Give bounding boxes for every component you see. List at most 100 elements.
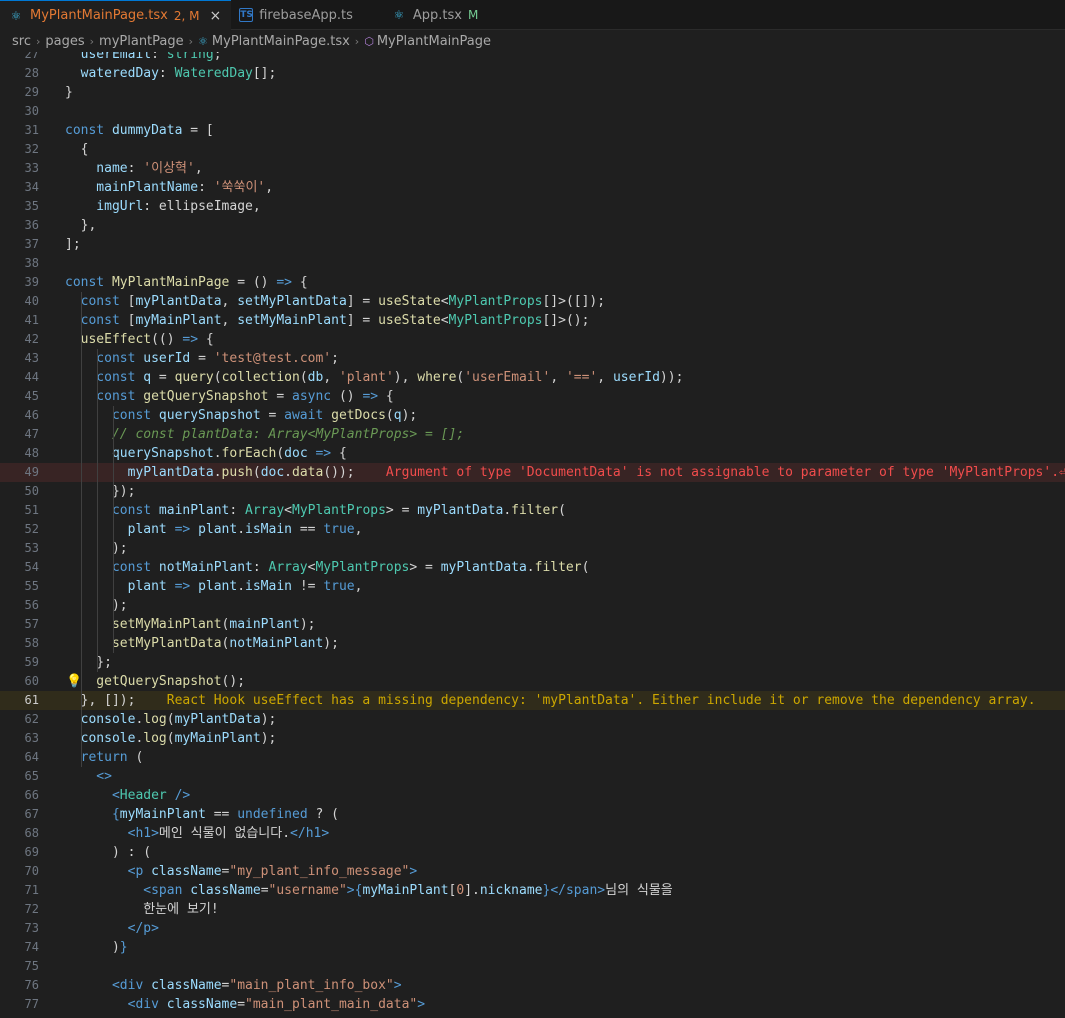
line-number: 66 bbox=[24, 788, 39, 802]
code-token: ()); bbox=[323, 465, 355, 480]
line-number: 49 bbox=[24, 465, 39, 479]
code-line[interactable]: 64 return ( bbox=[0, 748, 1065, 767]
code-line[interactable]: 72 한눈에 보기! bbox=[0, 900, 1065, 919]
code-token: : bbox=[198, 180, 214, 195]
code-line[interactable]: 54 const notMainPlant: Array<MyPlantProp… bbox=[0, 558, 1065, 577]
code-line[interactable]: 36 }, bbox=[0, 216, 1065, 235]
code-token: <p bbox=[65, 864, 152, 879]
code-line[interactable]: 66 <Header /> bbox=[0, 786, 1065, 805]
code-token: Array bbox=[245, 503, 285, 518]
code-line[interactable]: 60 💡 getQuerySnapshot(); bbox=[0, 672, 1065, 691]
code-line[interactable]: 70 <p className="my_plant_info_message"> bbox=[0, 862, 1065, 881]
code-token: ] = bbox=[346, 294, 379, 309]
code-line[interactable]: 39 const MyPlantMainPage = () => { bbox=[0, 273, 1065, 292]
code-line[interactable]: 71 <span className="username">{myMainPla… bbox=[0, 881, 1065, 900]
code-token: : bbox=[158, 66, 175, 81]
code-token: = bbox=[260, 883, 269, 898]
code-token: : bbox=[229, 503, 246, 518]
code-token: { bbox=[65, 142, 89, 157]
code-token: myMainPlant bbox=[174, 731, 261, 746]
code-line[interactable]: 44 const q = query(collection(db, 'plant… bbox=[0, 368, 1065, 387]
code-line[interactable]: 43 const userId = 'test@test.com'; bbox=[0, 349, 1065, 368]
line-number: 52 bbox=[24, 522, 39, 536]
breadcrumb: src › pages › myPlantPage › ⚛ MyPlantMainPage.t… bbox=[0, 30, 1065, 52]
code-token: ( bbox=[276, 446, 285, 461]
code-text: { bbox=[65, 140, 89, 159]
code-line[interactable]: 38 bbox=[0, 254, 1065, 273]
code-line[interactable]: 32 { bbox=[0, 140, 1065, 159]
tab-firebaseapp-ts[interactable]: TS firebaseApp.ts bbox=[231, 0, 383, 30]
code-line[interactable]: 61 }, []); React Hook useEffect has a mi… bbox=[0, 691, 1065, 710]
code-token: myPlantData bbox=[135, 294, 222, 309]
code-token: push bbox=[221, 465, 253, 480]
code-line[interactable]: 63 console.log(myMainPlant); bbox=[0, 729, 1065, 748]
code-line[interactable]: 68 <h1>메인 식물이 없습니다.</h1> bbox=[0, 824, 1065, 843]
code-token: ( bbox=[558, 503, 566, 518]
line-number: 34 bbox=[24, 180, 39, 194]
code-line[interactable]: 45 const getQuerySnapshot = async () => … bbox=[0, 387, 1065, 406]
code-line[interactable]: 49 myPlantData.push(doc.data()); Argumen… bbox=[0, 463, 1065, 482]
line-number: 37 bbox=[24, 237, 39, 251]
code-line[interactable]: 42 useEffect(() => { bbox=[0, 330, 1065, 349]
code-token: </span> bbox=[550, 883, 606, 898]
code-line[interactable]: 31 const dummyData = [ bbox=[0, 121, 1065, 140]
line-number: 32 bbox=[24, 142, 39, 156]
code-line[interactable]: 27 userEmail: string; bbox=[0, 52, 1065, 64]
code-line[interactable]: 58 setMyPlantData(notMainPlant); bbox=[0, 634, 1065, 653]
code-line[interactable]: 62 console.log(myPlantData); bbox=[0, 710, 1065, 729]
code-line[interactable]: 34 mainPlantName: '쑥쑥이', bbox=[0, 178, 1065, 197]
code-token: log bbox=[143, 712, 167, 727]
code-line[interactable]: 33 name: '이상혁', bbox=[0, 159, 1065, 178]
code-line[interactable]: 41 const [myMainPlant, setMyMainPlant] =… bbox=[0, 311, 1065, 330]
breadcrumb-item[interactable]: src bbox=[12, 34, 31, 49]
code-line[interactable]: 59 }; bbox=[0, 653, 1065, 672]
line-number: 29 bbox=[24, 85, 39, 99]
code-line[interactable]: 50 }); bbox=[0, 482, 1065, 501]
code-line[interactable]: 28 wateredDay: WateredDay[]; bbox=[0, 64, 1065, 83]
close-icon[interactable]: × bbox=[210, 8, 222, 24]
code-token: , bbox=[354, 579, 363, 594]
code-line[interactable]: 47 // const plantData: Array<MyPlantProp… bbox=[0, 425, 1065, 444]
code-line[interactable]: 73 </p> bbox=[0, 919, 1065, 938]
code-line[interactable]: 75 bbox=[0, 957, 1065, 976]
code-line[interactable]: 55 plant => plant.isMain != true, bbox=[0, 577, 1065, 596]
code-token: 'plant' bbox=[338, 370, 394, 385]
code-line[interactable]: 57 setMyMainPlant(mainPlant); bbox=[0, 615, 1065, 634]
breadcrumb-item[interactable]: myPlantPage bbox=[99, 34, 184, 49]
code-token: => bbox=[182, 332, 199, 347]
code-line[interactable]: 51 const mainPlant: Array<MyPlantProps> … bbox=[0, 501, 1065, 520]
code-token: 한눈에 보기! bbox=[65, 902, 219, 917]
code-line[interactable]: 35 imgUrl: ellipseImage, bbox=[0, 197, 1065, 216]
react-icon: ⚛ bbox=[198, 34, 208, 48]
code-token: == bbox=[205, 807, 238, 822]
code-token: true bbox=[323, 579, 355, 594]
tab-myplantmainpage-tsx[interactable]: ⚛ MyPlantMainPage.tsx 2, M × bbox=[0, 0, 232, 30]
code-editor[interactable]: 27 userEmail: string; 28 wateredDay: Wate… bbox=[0, 52, 1065, 1018]
code-line[interactable]: 29} bbox=[0, 83, 1065, 102]
code-line[interactable]: 53 ); bbox=[0, 539, 1065, 558]
code-line[interactable]: 40 const [myPlantData, setMyPlantData] =… bbox=[0, 292, 1065, 311]
code-token: } bbox=[65, 85, 73, 100]
code-line[interactable]: 48 querySnapshot.forEach(doc => { bbox=[0, 444, 1065, 463]
code-line[interactable]: 65 <> bbox=[0, 767, 1065, 786]
chevron-right-icon: › bbox=[35, 34, 41, 48]
code-token: setMyMainPlant bbox=[237, 313, 347, 328]
breadcrumb-item[interactable]: MyPlantMainPage bbox=[377, 34, 491, 49]
code-line[interactable]: 77 <div className="main_plant_main_data"… bbox=[0, 995, 1065, 1014]
code-line[interactable]: 69 ) : ( bbox=[0, 843, 1065, 862]
code-line[interactable]: 76 <div className="main_plant_info_box"> bbox=[0, 976, 1065, 995]
code-line[interactable]: 30 bbox=[0, 102, 1065, 121]
code-token: (); bbox=[221, 674, 246, 689]
code-line[interactable]: 46 const querySnapshot = await getDocs(q… bbox=[0, 406, 1065, 425]
breadcrumb-item[interactable]: pages bbox=[45, 34, 84, 49]
code-line[interactable]: 67 {myMainPlant == undefined ? ( bbox=[0, 805, 1065, 824]
code-line[interactable]: 56 ); bbox=[0, 596, 1065, 615]
breadcrumb-item[interactable]: MyPlantMainPage.tsx bbox=[212, 34, 350, 49]
code-line[interactable]: 37]; bbox=[0, 235, 1065, 254]
code-token: await bbox=[284, 408, 332, 423]
code-line[interactable]: 52 plant => plant.isMain == true, bbox=[0, 520, 1065, 539]
code-token: ) : ( bbox=[65, 845, 152, 860]
tab-app-tsx[interactable]: ⚛ App.tsx M bbox=[383, 0, 488, 30]
code-line[interactable]: 74 )} bbox=[0, 938, 1065, 957]
code-token: ? ( bbox=[307, 807, 339, 822]
